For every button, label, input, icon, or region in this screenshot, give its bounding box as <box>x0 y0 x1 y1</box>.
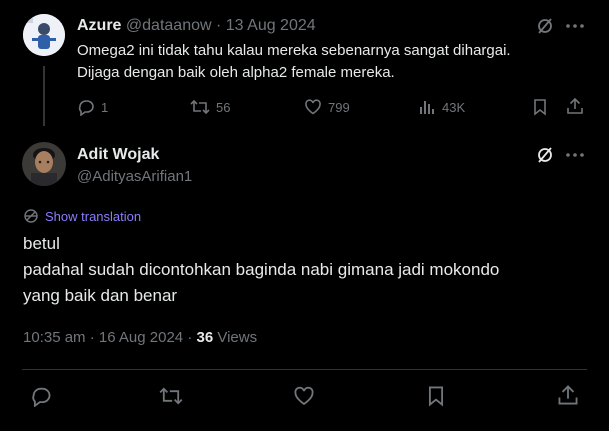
tweet-date[interactable]: 16 Aug 2024 <box>99 329 183 346</box>
show-translation-link[interactable]: Show translation <box>23 208 141 224</box>
views-bar-icon <box>418 98 436 116</box>
main-author-name[interactable]: Adit Wojak <box>77 146 159 164</box>
heart-icon <box>304 98 322 116</box>
bookmark-button[interactable] <box>426 385 446 407</box>
divider <box>22 369 587 370</box>
parent-author-handle[interactable]: @dataanow <box>126 17 212 34</box>
show-translation-label[interactable]: Show translation <box>45 209 141 224</box>
parent-date[interactable]: 13 Aug 2024 <box>226 17 316 34</box>
repost-button[interactable] <box>159 385 183 407</box>
views-count: 36 <box>196 329 214 346</box>
main-text-line2: padahal sudah dicontohkan baginda nabi g… <box>23 260 500 279</box>
parent-share-icon[interactable] <box>566 97 584 115</box>
parent-views-button[interactable]: 43K <box>418 98 465 116</box>
tweet-meta: 10:35 am · 16 Aug 2024 · 36 Views <box>23 329 257 346</box>
parent-repost-count: 56 <box>216 99 231 115</box>
parent-views-count: 43K <box>442 99 466 115</box>
parent-like-button[interactable]: 799 <box>304 98 350 116</box>
meta-separator-2: · <box>187 329 193 346</box>
main-text-line3: yang baik dan benar <box>23 286 178 305</box>
share-button[interactable] <box>557 384 579 406</box>
parent-avatar[interactable] <box>23 14 65 56</box>
parent-separator: · <box>216 17 222 34</box>
parent-reply-count: 1 <box>101 99 109 115</box>
more-dots-icon[interactable] <box>566 24 584 28</box>
parent-text-line2: Dijaga dengan baik oleh alpha2 female me… <box>77 64 395 81</box>
main-author-handle[interactable]: @AdityasArifian1 <box>77 168 192 185</box>
parent-bookmark-icon[interactable] <box>532 98 548 116</box>
parent-author-name[interactable]: Azure <box>77 17 121 34</box>
main-avatar[interactable] <box>22 142 66 186</box>
parent-repost-button[interactable]: 56 <box>190 98 230 116</box>
translate-globe-icon <box>23 208 39 224</box>
parent-reply-button[interactable]: 1 <box>77 98 108 116</box>
tweet-time[interactable]: 10:35 am <box>23 329 86 346</box>
grok-slash-icon[interactable] <box>536 17 554 35</box>
main-text-line1: betul <box>23 234 60 253</box>
thread-line <box>43 66 45 126</box>
more-dots-icon[interactable] <box>566 153 584 157</box>
repost-icon <box>190 98 210 116</box>
reply-icon <box>77 98 95 116</box>
views-label: Views <box>217 329 258 346</box>
reply-button[interactable] <box>30 385 52 407</box>
parent-text-line1: Omega2 ini tidak tahu kalau mereka seben… <box>77 42 511 59</box>
grok-slash-icon[interactable] <box>536 146 554 164</box>
meta-separator: · <box>89 329 95 346</box>
like-button[interactable] <box>293 385 315 407</box>
parent-like-count: 799 <box>328 99 350 115</box>
